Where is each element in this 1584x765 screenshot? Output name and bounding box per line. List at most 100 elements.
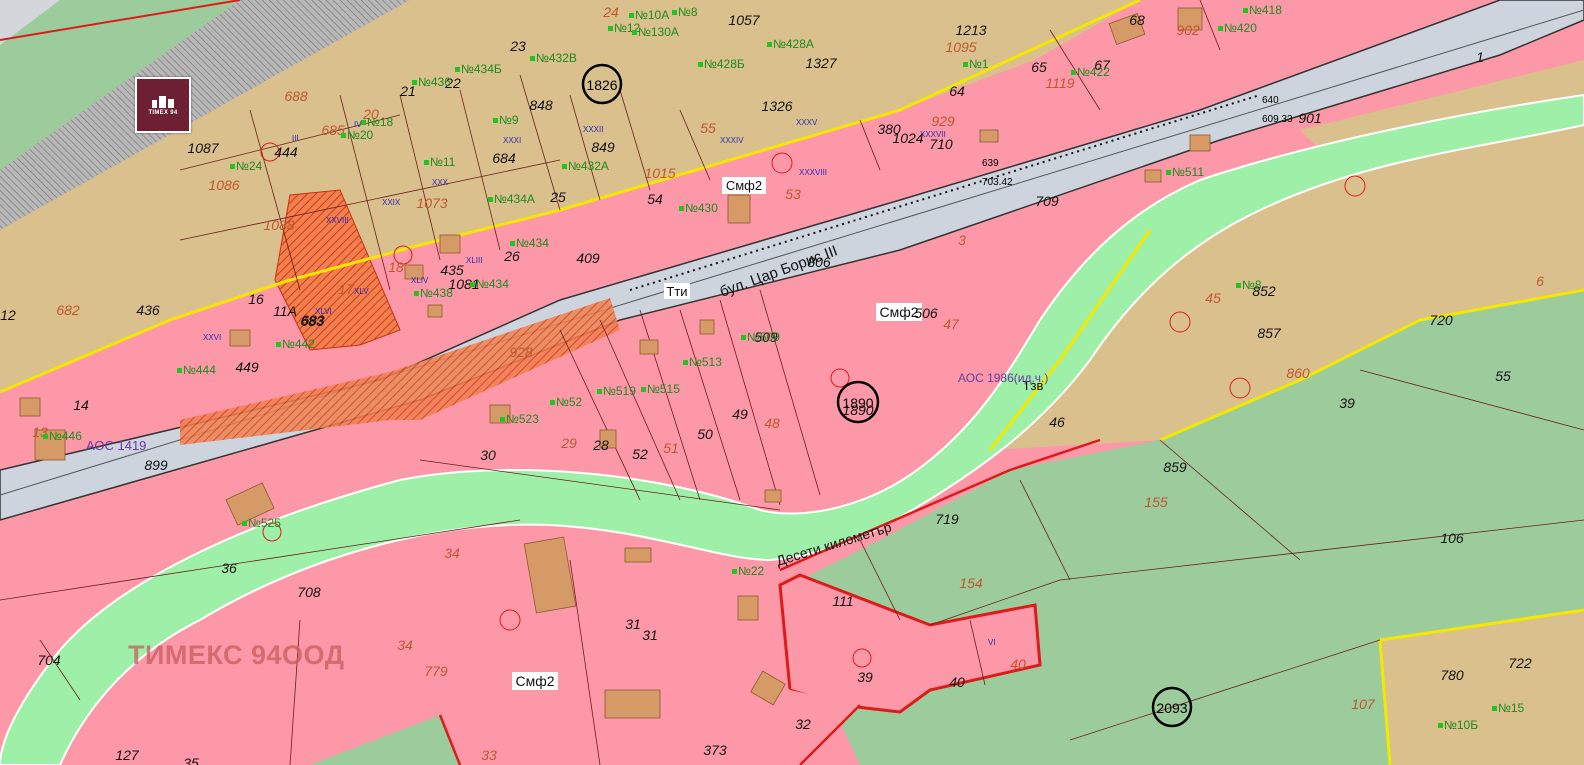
parcel-number: 409	[576, 250, 600, 266]
parcel-number: 899	[144, 457, 168, 473]
parcel-number: 1326	[761, 98, 792, 114]
roman-parcel-label: XXXVII	[920, 130, 946, 139]
address-marker	[276, 342, 281, 347]
address-marker	[1243, 8, 1248, 13]
parcel-number: 32	[0, 0, 8, 3]
address-label: №11	[430, 155, 456, 169]
roman-parcel-label: XXXV	[796, 118, 818, 127]
parcel-number: 54	[647, 191, 663, 207]
building-icon	[152, 96, 174, 108]
address-label: №52	[556, 395, 583, 409]
parcel-number: 860	[1286, 365, 1310, 381]
address-label: №525	[248, 516, 281, 530]
parcel-number: 154	[959, 575, 983, 591]
parcel-number: 1119	[1045, 75, 1074, 91]
address-label: №446	[49, 429, 82, 443]
parcel-number: 780	[1440, 667, 1464, 683]
circled-label-1826: 1826	[586, 77, 617, 93]
parcel-number: 11А	[273, 303, 297, 319]
address-label: №8	[678, 5, 698, 19]
parcel-number: 449	[235, 359, 259, 375]
parcel-number: 1015	[644, 165, 675, 181]
parcel-number: 14	[73, 397, 89, 413]
timex-logo[interactable]: TIMEX 94	[135, 77, 191, 133]
roman-parcel-label: XXVI	[203, 333, 221, 342]
address-marker	[679, 206, 684, 211]
parcel-number: 127	[115, 747, 140, 763]
address-marker	[530, 56, 535, 61]
parcel-number: 55	[700, 120, 716, 136]
address-marker	[732, 569, 737, 574]
aoc-label-1986: АОС 1986(ид.ч.)	[958, 371, 1048, 385]
roman-parcel-label: XXXI	[503, 136, 521, 145]
address-marker	[493, 118, 498, 123]
parcel-number: 33	[481, 747, 497, 763]
address-label: №422	[1077, 65, 1110, 79]
parcel-number: 12	[0, 307, 16, 323]
address-marker	[361, 120, 366, 125]
parcel-number: 444	[274, 144, 298, 160]
address-label: №20	[347, 128, 374, 142]
parcel-number: 6	[1536, 273, 1544, 289]
parcel-number: 106	[1440, 530, 1464, 546]
parcel-number: 719	[935, 511, 959, 527]
parcel-number: 16	[248, 291, 264, 307]
roman-parcel-label: III	[292, 134, 299, 143]
parcel-number: 1095	[945, 39, 976, 55]
parcel-number: 40	[949, 674, 965, 690]
roman-parcel-label: XLVI	[315, 307, 332, 316]
address-label: №22	[738, 564, 765, 578]
parcel-number: 857	[1257, 325, 1282, 341]
address-label: №434	[516, 236, 549, 250]
address-label: №523	[506, 412, 539, 426]
address-marker	[641, 387, 646, 392]
parcel-number: 49	[732, 406, 748, 422]
roman-parcel-label: XXXIV	[720, 136, 744, 145]
address-marker	[230, 164, 235, 169]
address-label: №519	[603, 384, 636, 398]
parcel-number: 155	[1144, 494, 1168, 510]
roman-parcel-label: XXVIII	[326, 216, 349, 225]
address-label: №434	[476, 277, 509, 291]
address-label: №418	[1249, 3, 1282, 17]
address-marker	[414, 291, 419, 296]
parcel-number: 848	[529, 97, 553, 113]
address-label: №432А	[568, 159, 609, 173]
address-label: №432В	[536, 51, 577, 65]
elevation-label: 609.33	[1262, 114, 1293, 125]
parcel-number: 806	[807, 254, 831, 270]
address-marker	[455, 67, 460, 72]
address-marker	[632, 30, 637, 35]
address-label: №10А	[635, 8, 669, 22]
parcel-number: 35	[183, 755, 199, 765]
aoc-label-1419: АОС 1419	[86, 438, 146, 453]
roman-parcel-label: XXXVIII	[799, 168, 827, 177]
parcel-number: 1088	[263, 217, 294, 233]
parcel-number: 34	[397, 637, 413, 653]
address-marker	[683, 360, 688, 365]
parcel-number: 1057	[728, 12, 760, 28]
parcel-number: 23	[509, 38, 526, 54]
zone-label-smf2-center: Смф2	[879, 304, 918, 320]
parcel-number: 36	[221, 560, 237, 576]
address-marker	[242, 521, 247, 526]
address-label: №130А	[638, 25, 679, 39]
parcel-number: 47	[943, 316, 960, 332]
address-label: №444	[183, 363, 216, 377]
parcel-number: 1087	[187, 140, 219, 156]
parcel-number: 849	[591, 139, 615, 155]
address-marker	[672, 10, 677, 15]
parcel-number: 107	[1351, 696, 1376, 712]
parcel-number: 64	[949, 83, 965, 99]
address-label: №430	[685, 201, 718, 215]
address-label: №436	[418, 75, 451, 89]
address-marker	[1071, 70, 1076, 75]
address-marker	[412, 80, 417, 85]
parcel-number: 55	[1495, 368, 1511, 384]
roman-parcel-label: XLV	[354, 287, 369, 296]
address-marker	[500, 417, 505, 422]
address-label: №513	[689, 355, 722, 369]
roman-parcel-label: XXX	[432, 178, 449, 187]
parcel-number: 51	[663, 440, 679, 456]
address-label: №10Б	[1444, 718, 1478, 732]
